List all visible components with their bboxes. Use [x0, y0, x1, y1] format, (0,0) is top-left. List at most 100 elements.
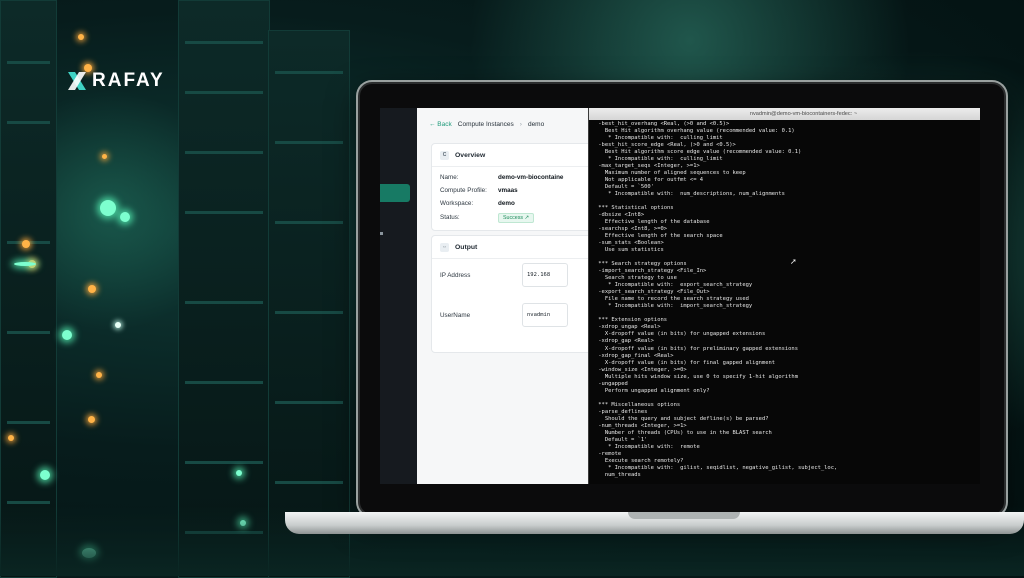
- terminal-line: * Incompatible with: export_search_strat…: [608, 282, 753, 289]
- server-rack: [0, 0, 57, 578]
- server-led: [22, 240, 30, 248]
- laptop-screen: ← Back Compute Instances › demo C Overvi…: [380, 108, 980, 484]
- output-icon: ⇔: [440, 242, 449, 252]
- compute-profile-value: vmaas: [498, 187, 518, 194]
- terminal-line: * Incompatible with: num_descriptions, n…: [608, 191, 785, 198]
- terminal-line: Default = `500': [604, 184, 654, 191]
- overview-row-name: Name: demo-vm-biocontaine: [440, 174, 563, 181]
- server-led: [8, 435, 14, 441]
- workspace-value: demo: [498, 200, 515, 207]
- terminal-line: -parse_deflines: [598, 408, 648, 415]
- overview-title: Overview: [455, 151, 486, 159]
- terminal-line: -import_search_strategy <File_In>: [598, 268, 707, 275]
- terminal-line: -xdrop_gap <Real>: [598, 338, 654, 345]
- username-label: UserName: [440, 312, 471, 319]
- terminal-line: File name to record the search strategy …: [604, 296, 749, 303]
- terminal-line: -best_hit_overhang <Real, (>0 and <0.5)>: [598, 121, 730, 127]
- terminal-line: * Incompatible with: culling_limit: [608, 156, 723, 163]
- terminal-line: *** Miscellaneous options: [598, 401, 681, 408]
- breadcrumb: ← Back Compute Instances › demo: [429, 121, 544, 128]
- field-label: Workspace:: [440, 200, 474, 207]
- output-title: Output: [455, 243, 478, 251]
- ip-address-label: IP Address: [440, 272, 471, 279]
- terminal-line: -export_search_strategy <File_Out>: [598, 289, 710, 296]
- terminal-line: -dbsize <Int8>: [598, 212, 645, 219]
- terminal-line: -xdrop_gap_final <Real>: [598, 352, 674, 359]
- server-rack: [268, 30, 350, 578]
- rafay-logo: RAFAY: [66, 70, 165, 92]
- terminal-line: Best Hit algorithm score edge value (rec…: [604, 149, 802, 156]
- server-led: [120, 212, 130, 222]
- back-link[interactable]: ← Back: [429, 121, 452, 128]
- terminal-line: Multiple hits window size, use 0 to spec…: [604, 373, 798, 380]
- overview-icon: C: [440, 150, 449, 160]
- terminal-line: Effective length of the database: [604, 219, 710, 226]
- server-led: [40, 470, 50, 480]
- terminal-line: -searchsp <Int8, >=0>: [598, 226, 668, 233]
- compute-instance-console: ← Back Compute Instances › demo C Overvi…: [417, 108, 980, 484]
- mouse-pointer-icon: ➚: [790, 257, 797, 266]
- terminal-line: -remote: [598, 450, 622, 457]
- field-label: Name:: [440, 174, 459, 181]
- terminal-line: Execute search remotely?: [604, 457, 684, 464]
- field-label: Compute Profile:: [440, 187, 487, 194]
- terminal-line: Use sum statistics: [604, 247, 664, 254]
- server-led: [88, 285, 96, 293]
- instance-name-value: demo-vm-biocontaine: [498, 174, 564, 181]
- terminal-line: X-dropoff value (in bits) for ungapped e…: [604, 331, 766, 338]
- terminal-line: Default = `1': [604, 436, 648, 443]
- terminal-line: *** Extension options: [598, 317, 668, 324]
- sidebar-item-active[interactable]: [380, 184, 410, 202]
- server-led: [96, 372, 102, 378]
- terminal-line: -num_threads <Integer, >=1>: [598, 422, 687, 429]
- terminal-line: Effective length of the search space: [604, 233, 723, 240]
- terminal-line: -ungapped: [598, 380, 628, 387]
- terminal-output[interactable]: -best_hit_overhang <Real, (>0 and <0.5)>…: [595, 121, 980, 484]
- terminal-line: -xdrop_ungap <Real>: [598, 324, 661, 331]
- terminal-title-bar[interactable]: nvadmin@demo-vm-biocontainers-fedec: ~: [589, 108, 980, 120]
- terminal-line: * Incompatible with: culling_limit: [608, 135, 723, 142]
- sidebar-item[interactable]: [380, 232, 383, 235]
- terminal-line: Not applicable for outfmt <= 4: [604, 177, 704, 184]
- terminal-line: -sum_stats <Boolean>: [598, 240, 664, 247]
- server-led: [100, 200, 116, 216]
- terminal-line: -best_hit_score_edge <Real, (>0 and <0.5…: [598, 142, 736, 149]
- terminal-line: Best Hit algorithm overhang value (recom…: [604, 128, 795, 135]
- server-led: [88, 416, 95, 423]
- terminal-line: * Incompatible with: gilist, seqidlist, …: [608, 464, 838, 471]
- field-label: Status:: [440, 214, 460, 221]
- breadcrumb-separator: ›: [519, 121, 522, 128]
- rafay-logo-icon: [68, 72, 86, 90]
- server-rack: [178, 0, 270, 578]
- terminal-line: *** Search strategy options: [598, 261, 687, 268]
- overview-row-workspace: Workspace: demo: [440, 200, 515, 207]
- overview-row-compute-profile: Compute Profile: vmaas: [440, 187, 518, 194]
- server-led: [236, 470, 242, 476]
- terminal-line: * Incompatible with: import_search_strat…: [608, 303, 753, 310]
- terminal-line: X-dropoff value (in bits) for preliminar…: [604, 345, 798, 352]
- terminal-window[interactable]: nvadmin@demo-vm-biocontainers-fedec: ~ -…: [588, 108, 980, 484]
- breadcrumb-compute-instances[interactable]: Compute Instances: [458, 121, 514, 128]
- terminal-line: Number of threads (CPUs) to use in the B…: [604, 429, 772, 436]
- terminal-line: *** Statistical options: [598, 205, 674, 212]
- terminal-line: Maximum number of aligned sequences to k…: [604, 170, 746, 177]
- terminal-line: Should the query and subject defline(s) …: [604, 415, 769, 422]
- server-led: [62, 330, 72, 340]
- server-led: [14, 262, 36, 266]
- terminal-line: num_threads: [604, 471, 641, 478]
- server-led: [78, 34, 84, 40]
- terminal-line: -max_target_seqs <Integer, >=1>: [598, 163, 700, 170]
- ip-address-field[interactable]: 192.168: [522, 263, 568, 287]
- username-field[interactable]: nvadmin: [522, 303, 568, 327]
- overview-row-status: Status: Success ↗: [440, 213, 534, 223]
- laptop-notch: [628, 512, 740, 519]
- breadcrumb-current: demo: [527, 121, 545, 128]
- status-badge[interactable]: Success ↗: [498, 213, 534, 223]
- brand-name: RAFAY: [92, 70, 165, 91]
- terminal-line: Search strategy to use: [604, 275, 677, 282]
- terminal-line: -window_size <Integer, >=0>: [598, 366, 687, 373]
- terminal-line: X-dropoff value (in bits) for final gapp…: [604, 359, 776, 366]
- terminal-line: * Incompatible with: remote: [608, 443, 700, 450]
- server-led: [102, 154, 107, 159]
- server-led: [115, 322, 121, 328]
